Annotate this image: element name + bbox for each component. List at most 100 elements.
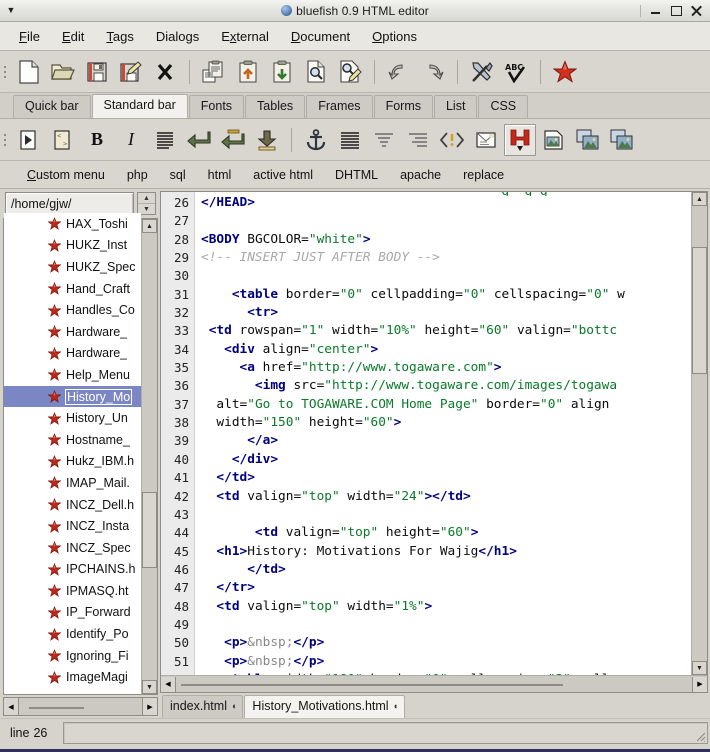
bold-button[interactable]: B	[81, 124, 113, 156]
custom-menu-dhtml[interactable]: DHTML	[324, 166, 389, 184]
file-list-item[interactable]: Hardware_	[4, 343, 141, 365]
editor-scroll-up-arrow[interactable]: ▲	[692, 192, 707, 206]
file-list-item[interactable]: Hand_Craft	[4, 278, 141, 300]
file-list-item[interactable]: History_Un	[4, 407, 141, 429]
open-file-button[interactable]	[47, 56, 79, 88]
file-list-item[interactable]: Hukz_IBM.h	[4, 451, 141, 473]
editor-hscroll-thumb[interactable]	[181, 684, 563, 686]
cut-button[interactable]	[232, 56, 264, 88]
comment-button[interactable]	[436, 124, 468, 156]
thumbnail-button[interactable]	[572, 124, 604, 156]
search-replace-button[interactable]	[334, 56, 366, 88]
paste-button[interactable]	[266, 56, 298, 88]
spinner-up-icon[interactable]: ▲	[138, 193, 155, 204]
paragraph-button[interactable]	[149, 124, 181, 156]
align-justify-button[interactable]	[334, 124, 366, 156]
custom-menu-button[interactable]: Custom menu	[16, 166, 116, 184]
file-list-item[interactable]: Help_Menu	[4, 364, 141, 386]
tab-frames[interactable]: Frames	[306, 95, 372, 118]
file-list-item[interactable]: Ignoring_Fi	[4, 645, 141, 667]
custom-menu-active-html[interactable]: active html	[242, 166, 324, 184]
file-list-item[interactable]: IPMASQ.ht	[4, 580, 141, 602]
menu-external[interactable]: External	[210, 27, 280, 46]
break-button[interactable]	[183, 124, 215, 156]
save-as-button[interactable]	[115, 56, 147, 88]
file-list-item[interactable]: IMAP_Mail.	[4, 472, 141, 494]
directory-spinner[interactable]: ▲ ▼	[137, 192, 156, 215]
menu-options[interactable]: Options	[361, 27, 428, 46]
custom-menu-sql[interactable]: sql	[159, 166, 197, 184]
editor-hscrollbar[interactable]: ◀ ▶	[161, 675, 707, 692]
custom-menu-replace[interactable]: replace	[452, 166, 515, 184]
search-button[interactable]	[300, 56, 332, 88]
insert-image-button[interactable]	[538, 124, 570, 156]
editor-scroll-track[interactable]	[692, 206, 707, 661]
scroll-thumb[interactable]	[142, 492, 157, 568]
undo-button[interactable]	[383, 56, 415, 88]
hscroll-thumb[interactable]	[29, 707, 84, 709]
hscroll-left-arrow[interactable]: ◀	[4, 698, 19, 715]
tab-css[interactable]: CSS	[478, 95, 528, 118]
editor-scroll-down-arrow[interactable]: ▼	[692, 661, 707, 675]
non-breaking-space-button[interactable]	[251, 124, 283, 156]
redo-button[interactable]	[417, 56, 449, 88]
new-file-button[interactable]	[13, 56, 45, 88]
code-text-area[interactable]: </HEAD> <BODY BGCOLOR="white"><!-- INSER…	[195, 192, 691, 675]
editor-scroll-thumb[interactable]	[692, 247, 707, 374]
maximize-icon[interactable]	[670, 4, 683, 17]
align-right-button[interactable]	[402, 124, 434, 156]
file-list-item[interactable]: HUKZ_Inst	[4, 235, 141, 257]
file-list-item[interactable]: Identify_Po	[4, 623, 141, 645]
file-list-item[interactable]: Handles_Co	[4, 299, 141, 321]
preview-button[interactable]	[549, 56, 581, 88]
editor-vscrollbar[interactable]: ▲ ▼	[691, 192, 707, 675]
scroll-up-arrow[interactable]: ▲	[142, 219, 157, 233]
menu-edit[interactable]: Edit	[51, 27, 95, 46]
close-icon[interactable]	[690, 4, 703, 17]
custom-menu-apache[interactable]: apache	[389, 166, 452, 184]
custom-menu-html[interactable]: html	[197, 166, 243, 184]
menu-dialogs[interactable]: Dialogs	[145, 27, 210, 46]
minimize-icon[interactable]	[650, 4, 663, 17]
file-list-item[interactable]: IP_Forward	[4, 602, 141, 624]
tab-quick-bar[interactable]: Quick bar	[13, 95, 91, 118]
save-file-button[interactable]	[81, 56, 113, 88]
file-list-item[interactable]: INCZ_Spec	[4, 537, 141, 559]
break-clear-button[interactable]	[217, 124, 249, 156]
editor-hscroll-left-arrow[interactable]: ◀	[161, 677, 176, 692]
file-list-item[interactable]: History_Mo	[4, 386, 141, 408]
file-list-item[interactable]: INCZ_Insta	[4, 515, 141, 537]
tab-close-icon[interactable]: ◖	[231, 702, 236, 711]
heading-button[interactable]	[504, 124, 536, 156]
file-list-scrollbar[interactable]: ▲ ▼	[141, 219, 157, 694]
scroll-down-arrow[interactable]: ▼	[142, 680, 157, 694]
editor-hscroll-right-arrow[interactable]: ▶	[692, 677, 707, 692]
copy-button[interactable]	[198, 56, 230, 88]
menu-tags[interactable]: Tags	[95, 27, 144, 46]
scroll-track[interactable]	[142, 233, 157, 680]
italic-button[interactable]: I	[115, 124, 147, 156]
spellcheck-button[interactable]: ABC	[500, 56, 532, 88]
file-list-item[interactable]: Hostname_	[4, 429, 141, 451]
file-list[interactable]: HAX_ToshiHUKZ_InstHUKZ_SpecHand_CraftHan…	[4, 213, 141, 694]
standard-toolbar-drag-handle[interactable]	[0, 134, 9, 146]
doc-tab-history-motivations-html[interactable]: History_Motivations.html ◖	[244, 695, 405, 718]
multi-thumbnail-button[interactable]	[606, 124, 638, 156]
file-list-item[interactable]: HUKZ_Spec	[4, 256, 141, 278]
quickstart-button[interactable]	[13, 124, 45, 156]
custom-menu-php[interactable]: php	[116, 166, 159, 184]
doc-tab-index-html[interactable]: index.html ◖	[162, 695, 243, 718]
body-button[interactable]: < >	[47, 124, 79, 156]
email-button[interactable]	[470, 124, 502, 156]
file-list-item[interactable]: IPCHAINS.h	[4, 559, 141, 581]
file-list-item[interactable]: ImageMagi	[4, 666, 141, 688]
file-list-hscrollbar[interactable]: ◀ ▶	[3, 697, 158, 716]
tab-standard-bar[interactable]: Standard bar	[92, 94, 188, 118]
tab-tables[interactable]: Tables	[245, 95, 305, 118]
toolbar-drag-handle[interactable]	[0, 66, 9, 78]
tab-list[interactable]: List	[434, 95, 477, 118]
align-center-button[interactable]	[368, 124, 400, 156]
menu-document[interactable]: Document	[280, 27, 361, 46]
directory-combo[interactable]: /home/gjw/	[5, 192, 134, 215]
preferences-button[interactable]	[466, 56, 498, 88]
